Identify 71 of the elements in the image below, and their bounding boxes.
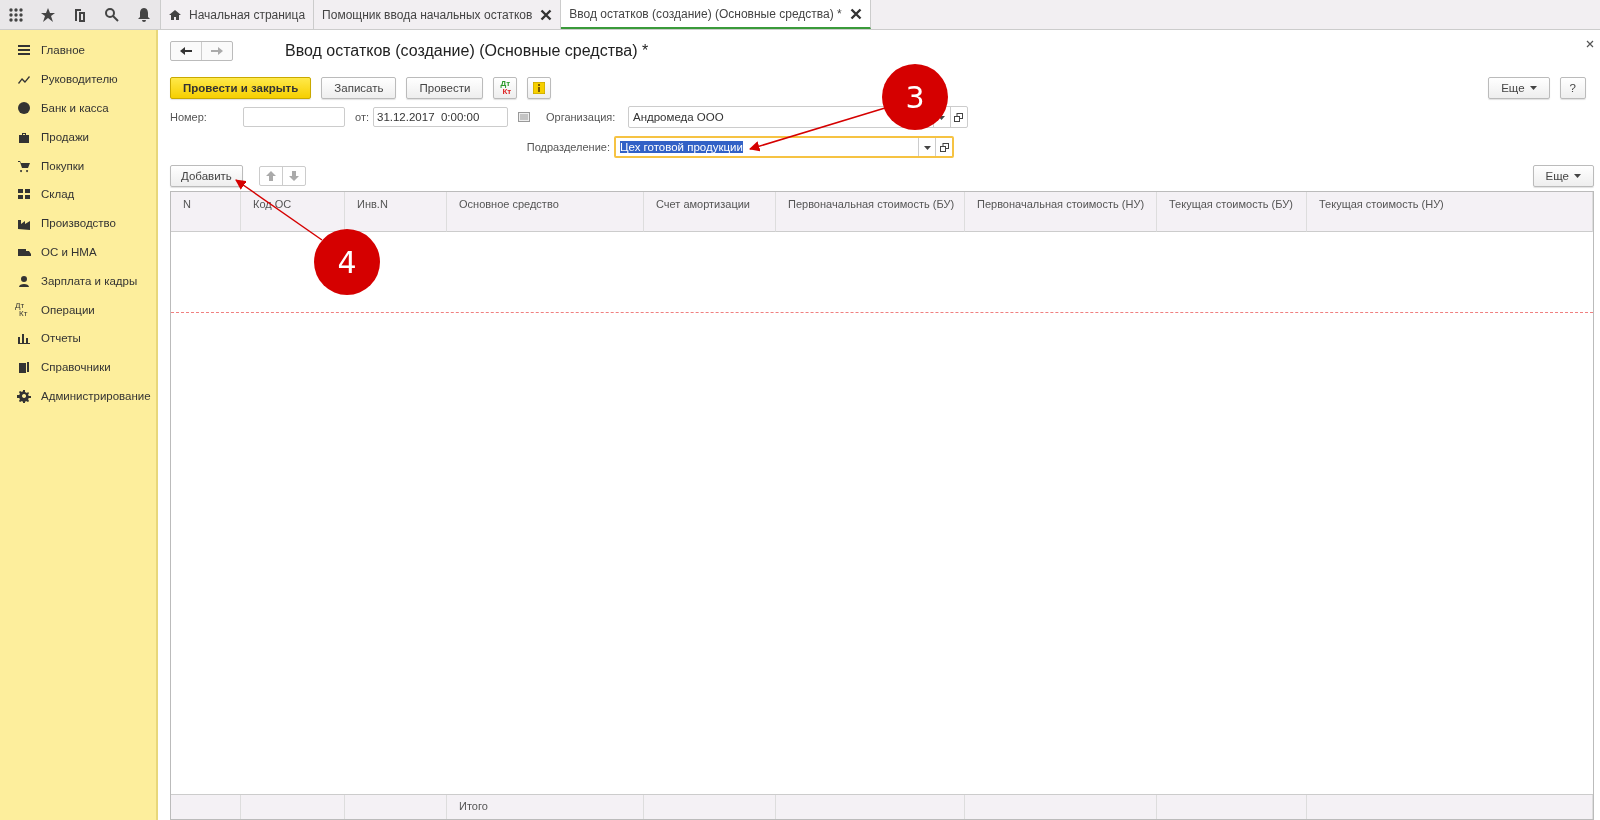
sidebar-item[interactable]: Главное [0,36,156,65]
sidebar-item[interactable]: Склад [0,180,156,209]
debit-credit-button[interactable]: Дт Кт [493,77,518,99]
column-header[interactable]: Текущая стоимость (БУ) [1157,192,1307,232]
column-header[interactable]: Счет амортизации [644,192,776,232]
post-and-close-button[interactable]: Провести и закрыть [170,77,312,99]
form-title: Ввод остатков (создание) (Основные средства) * [285,42,649,60]
info-button[interactable] [527,77,552,99]
column-header[interactable]: Инв.N [345,192,447,232]
sidebar-item[interactable]: Дт Кт Операции [0,295,156,324]
bell-icon[interactable] [136,6,152,23]
factory-icon [18,220,30,231]
open-icon [939,142,949,152]
callout-badge: 3 [882,64,948,130]
column-header[interactable]: Код ОС [241,192,345,232]
cart-icon [18,160,30,172]
sidebar-item[interactable]: Покупки [0,151,156,180]
sidebar-item[interactable]: Банк и касса [0,93,156,123]
column-header[interactable]: Первоначальная стоимость (НУ) [965,192,1157,232]
home-icon [169,8,181,21]
toolbar-button[interactable]: Записать [321,77,397,99]
gear-icon [17,389,31,403]
close-icon[interactable] [849,7,862,20]
search-icon[interactable] [104,6,120,23]
column-header[interactable]: Основное средство [447,192,644,232]
toolbar-button[interactable]: Провести [406,77,484,99]
info-icon [533,82,546,94]
field-label: Организация: [546,111,617,123]
sidebar-item[interactable]: Производство [0,208,156,238]
date-field[interactable]: 31.12.2017 0:00:00 [373,107,508,127]
sidebar-item[interactable]: Руководителю [0,64,156,94]
close-icon[interactable] [540,8,553,21]
books-icon [19,362,29,374]
sidebar-item[interactable]: Продажи [0,122,156,152]
more-button[interactable]: Еще [1488,77,1550,99]
navigation-buttons[interactable] [170,41,233,61]
column-header[interactable]: N [171,192,241,232]
coin-icon [18,102,30,114]
field-label: Номер: [170,111,208,123]
callout-badge: 4 [314,229,380,295]
debit-credit-icon: Дт Кт [15,301,29,318]
more-button[interactable]: Еще [1532,165,1594,187]
number-field[interactable] [243,107,345,127]
menu-icon [18,45,30,56]
trend-icon [18,76,30,85]
field-label: Подразделение: [525,141,610,153]
truck-icon [18,248,31,256]
star-icon[interactable] [40,6,56,23]
add-button[interactable]: Добавить [170,165,243,187]
close-icon[interactable] [1586,40,1594,48]
tab[interactable]: Начальная страница [161,0,315,29]
sidebar-item[interactable]: Зарплата и кадры [0,266,156,296]
sidebar-item[interactable]: Администрирование [0,381,156,411]
total-label: Итого [459,800,488,812]
column-header[interactable]: Первоначальная стоимость (БУ) [776,192,965,232]
bar-chart-icon [18,334,30,345]
apps-grid-icon[interactable] [8,6,24,23]
field-label: от: [355,111,369,123]
open-icon [954,112,964,122]
sidebar-item[interactable]: ОС и НМА [0,237,156,267]
subdivision-field[interactable]: Цех готовой продукции [614,136,954,158]
sidebar-item[interactable]: Отчеты [0,323,156,353]
tab[interactable]: Ввод остатков (создание) (Основные средства) * [561,0,871,29]
bag-icon [19,132,29,143]
column-header[interactable]: Текущая стоимость (НУ) [1307,192,1593,232]
caret-icon [1574,174,1581,178]
sidebar-item[interactable]: Справочники [0,352,156,382]
caret-icon [1529,86,1537,90]
help-button[interactable]: ? [1559,77,1586,99]
person-icon [19,275,29,287]
grid-icon [18,189,30,200]
